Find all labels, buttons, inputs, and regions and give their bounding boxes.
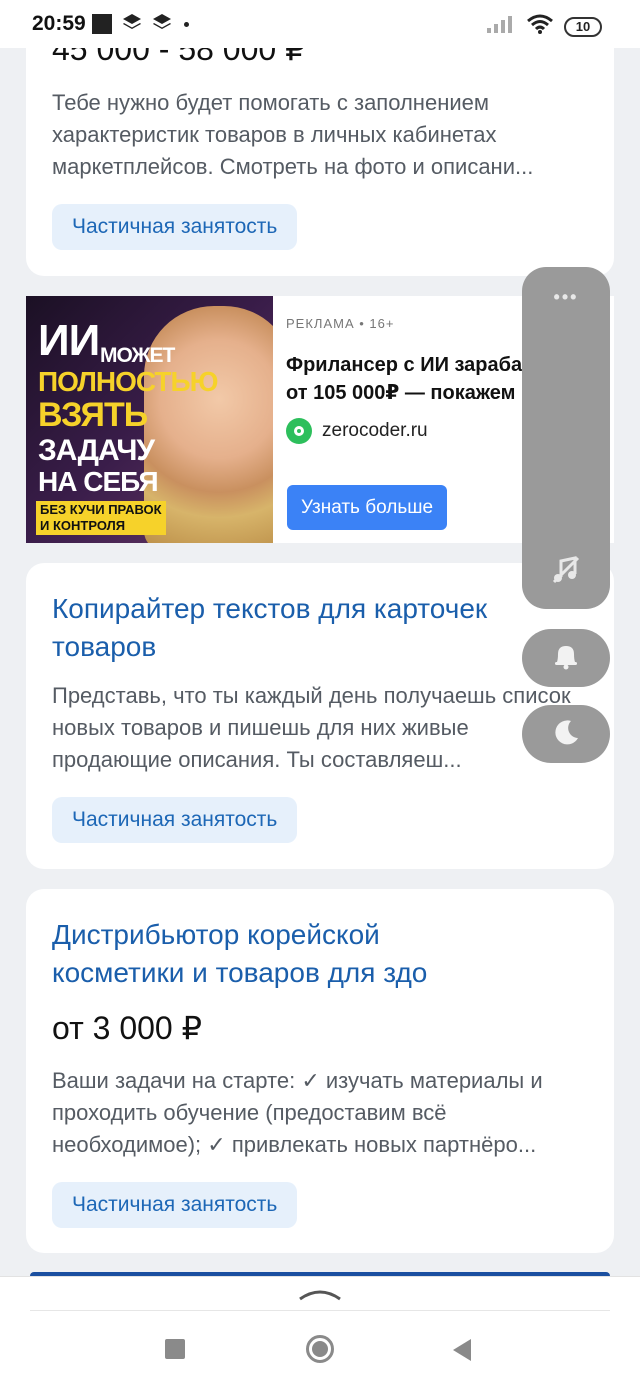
- back-icon[interactable]: [453, 1339, 471, 1361]
- bell-button[interactable]: [522, 629, 610, 687]
- ad-image-badge: БЕЗ КУЧИ ПРАВОК И КОНТРОЛЯ: [36, 501, 166, 535]
- vacancy-description: Тебе нужно будет помогать с заполнением …: [52, 90, 534, 179]
- vacancy-card[interactable]: Дистрибьютор корейской косметики и товар…: [26, 889, 614, 1253]
- layers-icon: [152, 13, 172, 36]
- notification-square-icon: [91, 14, 112, 34]
- moon-icon: [551, 717, 581, 752]
- home-icon[interactable]: [306, 1335, 334, 1363]
- ad-site[interactable]: zerocoder.ru: [286, 418, 428, 444]
- employment-tag: Частичная занятость: [52, 204, 298, 250]
- more-icon[interactable]: •••: [522, 287, 610, 308]
- bottom-navigation: [0, 1276, 640, 1387]
- ad-site-url: zerocoder.ru: [322, 420, 428, 441]
- bell-icon: [553, 642, 579, 675]
- employment-tag: Частичная занятость: [52, 797, 298, 843]
- ad-image-text: ИИ: [38, 316, 100, 365]
- signal-icon: [486, 14, 516, 39]
- vacancy-title[interactable]: Дистрибьютор корейской косметики и товар…: [52, 916, 612, 992]
- vacancy-title-line: косметики и товаров для здо: [52, 957, 428, 988]
- ad-badge-line: И КОНТРОЛЯ: [40, 518, 126, 533]
- vacancy-description: Представь, что ты каждый день получаешь …: [52, 683, 571, 772]
- layers-icon: [122, 13, 142, 36]
- ad-image-text: НА СЕБЯ: [38, 466, 159, 497]
- ad-image-text: ПОЛНОСТЬЮ: [38, 366, 218, 397]
- status-bar: 20:59 10: [0, 0, 640, 48]
- ad-image: ИИ МОЖЕТ ПОЛНОСТЬЮ ВЗЯТЬ ЗАДАЧУ НА СЕБЯ …: [26, 296, 273, 543]
- night-mode-button[interactable]: [522, 705, 610, 763]
- divider: [30, 1310, 610, 1311]
- vacancy-salary: от 3 000 ₽: [52, 1010, 202, 1046]
- wifi-icon: [526, 13, 554, 40]
- learn-more-button[interactable]: Узнать больше: [287, 485, 448, 530]
- vacancy-description: Ваши задачи на старте: ✓ изучать материа…: [52, 1068, 543, 1157]
- ad-badge-line: БЕЗ КУЧИ ПРАВОК: [40, 502, 162, 517]
- chevron-up-icon[interactable]: [298, 1287, 342, 1306]
- battery-icon: 10: [564, 16, 602, 37]
- ad-image-text: МОЖЕТ: [100, 344, 175, 367]
- vacancy-card[interactable]: Копирайтер текстов для карточек товаров …: [26, 563, 614, 869]
- vacancy-title-line: Дистрибьютор корейской: [52, 919, 380, 950]
- status-time: 20:59: [32, 12, 86, 35]
- ad-image-text: ЗАДАЧУ: [38, 434, 155, 467]
- floating-panel[interactable]: •••: [522, 267, 610, 609]
- employment-tag: Частичная занятость: [52, 1182, 298, 1228]
- music-off-icon[interactable]: [551, 555, 581, 590]
- recent-apps-icon[interactable]: [165, 1339, 185, 1359]
- ad-label: РЕКЛАМА • 16+: [286, 316, 395, 331]
- site-logo-icon: [286, 418, 312, 444]
- ad-image-text: ВЗЯТЬ: [38, 396, 148, 434]
- notification-dot-icon: [183, 21, 189, 27]
